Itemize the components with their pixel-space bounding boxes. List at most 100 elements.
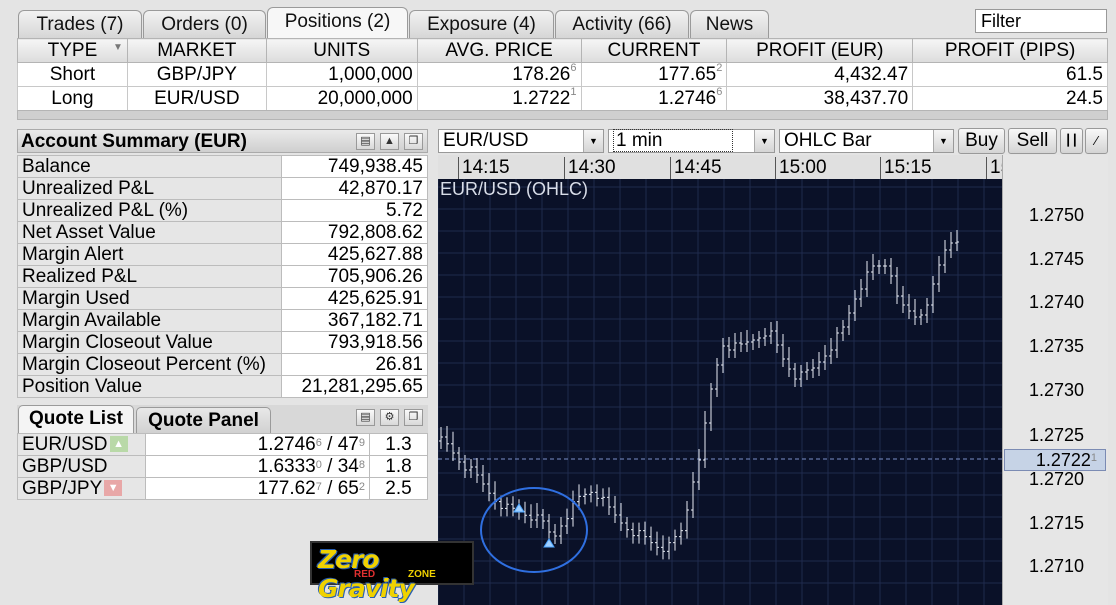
ohlc-bar (601, 488, 605, 507)
summary-value: 749,938.45 (281, 155, 428, 178)
filter-input[interactable]: Filter (975, 9, 1107, 33)
time-axis: 14:15 14:30 14:45 15:00 15:15 15 (438, 155, 1002, 179)
quote-bid-ask[interactable]: 1.27466 / 479 (145, 433, 370, 456)
tab-quote-panel[interactable]: Quote Panel (136, 407, 271, 435)
ohlc-bar (787, 347, 791, 377)
tab-orders[interactable]: Orders (0) (143, 10, 266, 38)
ohlc-bar (781, 334, 785, 367)
quote-symbol: GBP/USD (17, 455, 146, 478)
cell-profit-pips: 61.5 (912, 62, 1108, 87)
quote-symbol: EUR/USD ▲ (17, 433, 146, 456)
summary-label: Position Value (17, 375, 282, 398)
time-tick-label: 14:15 (458, 157, 510, 179)
table-row[interactable]: Short GBP/JPY 1,000,000 178.266 177.652 … (17, 62, 1108, 87)
tab-news[interactable]: News (690, 10, 769, 38)
panel-menu-icon[interactable]: ▤ (356, 409, 375, 426)
ohlc-bar (901, 286, 905, 313)
instrument-select[interactable]: EUR/USD ▼ (438, 129, 604, 153)
collapse-icon[interactable]: ▲ (380, 133, 399, 150)
price-tick-label: 1.2720 (1028, 469, 1084, 489)
ohlc-bar (841, 320, 845, 341)
chart-canvas[interactable] (438, 179, 1002, 605)
draw-line-icon[interactable]: ⁄ (1085, 128, 1108, 154)
panel-menu-icon[interactable]: ▤ (356, 133, 375, 150)
gear-icon[interactable]: ⚙ (380, 409, 399, 426)
col-header-avg-price[interactable]: AVG. PRICE (416, 38, 582, 63)
tab-exposure[interactable]: Exposure (4) (409, 10, 554, 38)
summary-label: Net Asset Value (17, 221, 282, 244)
col-header-profit-eur[interactable]: PROFIT (EUR) (726, 38, 914, 63)
ohlc-bar (631, 522, 635, 544)
interval-select[interactable]: 1 min ▼ (608, 129, 775, 153)
cell-current: 1.27466 (580, 86, 728, 111)
price-tick-label: 1.2735 (1028, 336, 1084, 356)
list-item[interactable]: EUR/USD ▲ 1.27466 / 479 1.3 (17, 433, 428, 456)
list-item[interactable]: GBP/USD 1.63330 / 348 1.8 (17, 455, 428, 478)
sell-button[interactable]: Sell (1008, 128, 1057, 154)
ohlc-bar (481, 465, 485, 492)
ohlc-bar (715, 358, 719, 397)
ohlc-bar (535, 503, 539, 528)
ohlc-chart[interactable]: EUR/USD (OHLC) (438, 179, 1002, 605)
tab-positions[interactable]: Positions (2) (267, 7, 408, 38)
cell-avg-price: 1.27221 (416, 86, 582, 111)
summary-label: Margin Used (17, 287, 282, 310)
ohlc-bar (811, 359, 815, 378)
ohlc-bar (739, 332, 743, 352)
popout-icon[interactable]: ❐ (404, 409, 423, 426)
trade-marker-icon[interactable] (543, 538, 555, 548)
ohlc-bar (817, 352, 821, 376)
ohlc-bar (469, 459, 473, 478)
col-header-profit-pips[interactable]: PROFIT (PIPS) (912, 38, 1108, 63)
ohlc-bar (505, 497, 509, 517)
buy-button[interactable]: Buy (958, 128, 1005, 154)
list-item[interactable]: GBP/JPY ▼ 177.627 / 652 2.5 (17, 477, 428, 500)
ohlc-bar (547, 514, 551, 540)
positions-scrollbar[interactable] (17, 110, 1108, 120)
ohlc-bar (859, 279, 863, 307)
list-item: Balance 749,938.45 (17, 155, 428, 178)
ohlc-bar (607, 487, 611, 515)
chevron-down-icon: ▼ (754, 130, 774, 152)
time-tick-label: 15:00 (775, 157, 827, 179)
chart-title: EUR/USD (OHLC) (440, 179, 589, 199)
summary-value: 5.72 (281, 199, 428, 222)
summary-value: 367,182.71 (281, 309, 428, 332)
tab-trades[interactable]: Trades (7) (18, 10, 142, 38)
table-row[interactable]: Long EUR/USD 20,000,000 1.27221 1.27466 … (17, 86, 1108, 111)
list-item: Realized P&L 705,906.26 (17, 265, 428, 288)
col-header-type[interactable]: TYPE ▼ (17, 38, 128, 63)
ohlc-bar (949, 232, 953, 258)
quote-bid-ask[interactable]: 177.627 / 652 (145, 477, 370, 500)
quote-spread: 1.8 (369, 455, 428, 478)
tab-activity[interactable]: Activity (66) (555, 10, 689, 38)
cell-market: GBP/JPY (126, 62, 267, 87)
summary-label: Unrealized P&L (17, 177, 282, 200)
cell-profit-eur: 38,437.70 (726, 86, 914, 111)
summary-value: 792,808.62 (281, 221, 428, 244)
time-tick-label: 14:45 (670, 157, 722, 179)
col-header-units[interactable]: UNITS (265, 38, 418, 63)
price-tick-label: 1.2730 (1028, 380, 1084, 400)
ohlc-bar (655, 531, 659, 556)
ohlc-bar (445, 426, 449, 452)
col-header-market[interactable]: MARKET (126, 38, 267, 63)
quote-bid-ask[interactable]: 1.63330 / 348 (145, 455, 370, 478)
summary-label: Margin Closeout Value (17, 331, 282, 354)
ohlc-bar (679, 522, 683, 545)
ohlc-bar (943, 240, 947, 273)
zero-gravity-logo: Zero Gravity RED ZONE (310, 541, 474, 603)
chart-type-icon[interactable]: ┃┃ (1060, 128, 1083, 154)
cell-units: 20,000,000 (265, 86, 418, 111)
list-item: Unrealized P&L (%) 5.72 (17, 199, 428, 222)
summary-value: 21,281,295.65 (281, 375, 428, 398)
arrow-up-icon: ▲ (109, 436, 128, 453)
price-tick-label: 1.2715 (1028, 513, 1084, 533)
chart-style-select[interactable]: OHLC Bar ▼ (779, 129, 954, 153)
tab-quote-list[interactable]: Quote List (18, 405, 134, 433)
ohlc-bar (805, 362, 809, 380)
popout-icon[interactable]: ❐ (404, 133, 423, 150)
price-tick-label: 1.2740 (1028, 292, 1084, 312)
ohlc-bar (895, 267, 899, 304)
col-header-current[interactable]: CURRENT (580, 38, 728, 63)
